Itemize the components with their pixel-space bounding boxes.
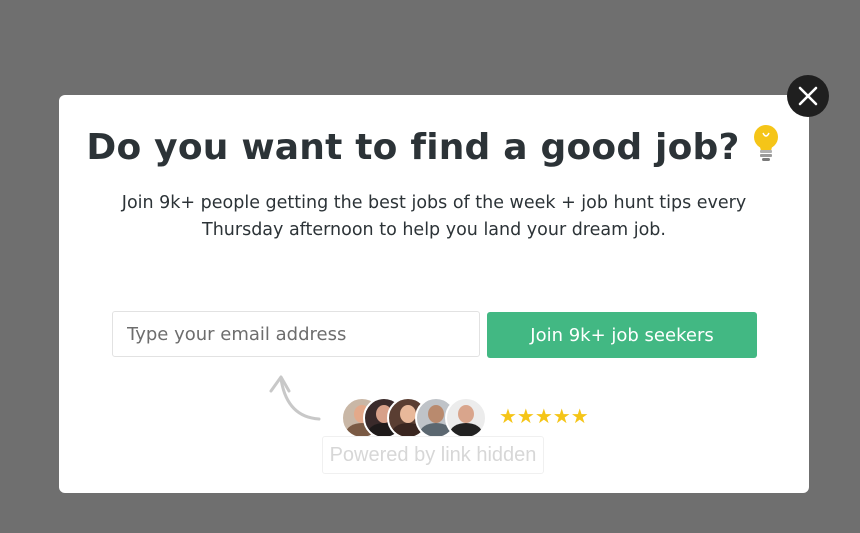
lightbulb-icon: [750, 123, 782, 172]
close-button[interactable]: [787, 75, 829, 117]
modal-subtitle: Join 9k+ people getting the best jobs of…: [121, 193, 747, 240]
powered-by-badge[interactable]: Powered by link hidden: [322, 436, 544, 474]
join-button[interactable]: Join 9k+ job seekers: [487, 312, 757, 358]
avatar-group: [341, 397, 491, 439]
email-field[interactable]: [112, 311, 480, 357]
modal-title: Do you want to find a good job?: [59, 123, 809, 172]
modal-title-text: Do you want to find a good job?: [86, 127, 740, 168]
curved-arrow-icon: [269, 375, 321, 421]
avatar: [445, 397, 487, 439]
rating-stars: ★★★★★: [499, 404, 589, 428]
close-icon: [798, 86, 818, 106]
newsletter-modal: Do you want to find a good job? Join 9k+…: [59, 95, 809, 493]
